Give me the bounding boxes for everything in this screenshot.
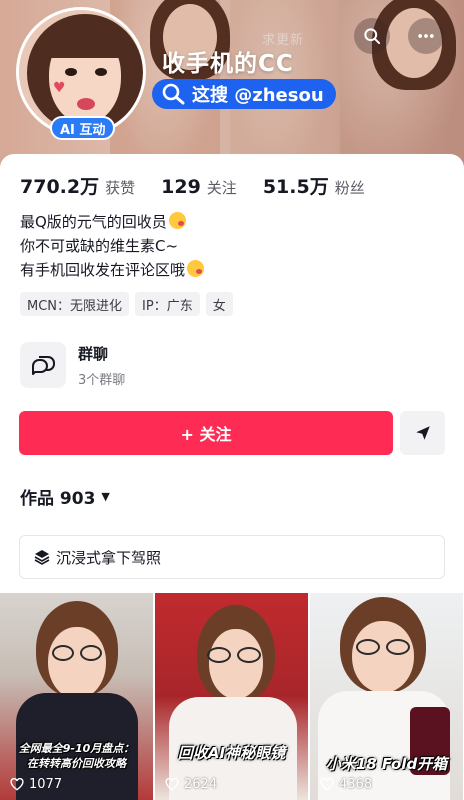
group-chat-icon xyxy=(20,342,66,388)
heart-sticker-icon: ♥ xyxy=(53,80,66,96)
kiss-emoji-icon xyxy=(187,260,205,277)
video-likes: 1077 xyxy=(10,777,62,792)
video-caption: 在转转高价回收攻略 xyxy=(27,757,126,770)
search-button[interactable] xyxy=(354,18,390,54)
kiss-emoji-icon xyxy=(168,212,186,229)
bio-line: 有手机回收发在评论区哦 xyxy=(20,258,205,282)
group-chat-title: 群聊 xyxy=(78,344,109,363)
caret-down-icon: ▼ xyxy=(101,490,110,503)
more-button[interactable] xyxy=(408,18,444,54)
stat-likes[interactable]: 770.2万 获赞 xyxy=(20,172,135,199)
follow-button[interactable]: + 关注 xyxy=(19,411,393,455)
search-tag-button[interactable]: 这搜 @zhesou xyxy=(152,79,336,109)
profile-nickname: 收手机的CC xyxy=(162,51,294,77)
bio-line: 最Q版的元气的回收员 xyxy=(20,210,204,234)
magnifier-icon xyxy=(160,82,186,106)
immersive-playlist[interactable]: 沉浸式拿下驾照 xyxy=(19,535,445,579)
search-tag-label: 这搜 @zhesou xyxy=(192,85,324,106)
video-thumbnail[interactable]: 全网最全9-10月盘点： 在转转高价回收攻略 1077 xyxy=(0,593,153,800)
video-grid: 全网最全9-10月盘点： 在转转高价回收攻略 1077 回收AI神秘眼镜 262… xyxy=(0,593,464,800)
group-chat-entry[interactable]: 群聊 3个群聊 xyxy=(20,340,280,390)
more-dots-icon xyxy=(418,34,434,38)
video-caption: 全网最全9-10月盘点： xyxy=(18,742,135,755)
video-likes: 4368 xyxy=(320,777,372,792)
stat-label: 粉丝 xyxy=(334,179,365,197)
group-chat-count: 3个群聊 xyxy=(78,372,126,388)
stat-label: 关注 xyxy=(206,179,237,197)
heart-outline-icon xyxy=(10,778,24,791)
stat-value: 770.2万 xyxy=(20,176,100,198)
send-message-button[interactable] xyxy=(400,411,445,455)
tag-gender: 女 xyxy=(205,292,233,316)
profile-tags: MCN：无限进化 IP：广东 女 xyxy=(20,292,233,316)
profile-stats: 770.2万 获赞 129 关注 51.5万 粉丝 xyxy=(20,172,391,199)
video-caption: 小米18 Fold开箱 xyxy=(325,755,448,773)
ai-interaction-badge[interactable]: AI 互动 xyxy=(50,116,116,140)
immersive-label: 沉浸式拿下驾照 xyxy=(56,548,162,567)
search-icon xyxy=(364,28,381,45)
stat-following[interactable]: 129 关注 xyxy=(161,176,237,198)
stat-followers[interactable]: 51.5万 粉丝 xyxy=(263,172,365,199)
video-thumbnail[interactable]: 小米18 Fold开箱 4368 xyxy=(310,593,463,800)
stat-value: 51.5万 xyxy=(262,176,329,198)
works-label: 作品 903 xyxy=(20,489,96,509)
send-icon xyxy=(415,426,430,440)
heart-outline-icon xyxy=(320,778,334,791)
stat-value: 129 xyxy=(161,176,201,198)
stat-label: 获赞 xyxy=(105,179,136,197)
tag-ip: IP：广东 xyxy=(135,292,200,316)
video-thumbnail[interactable]: 回收AI神秘眼镜 2624 xyxy=(155,593,308,800)
video-likes: 2624 xyxy=(165,777,217,792)
works-tab[interactable]: 作品 903 ▼ xyxy=(20,484,110,509)
profile-bio: 最Q版的元气的回收员 你不可或缺的维生素C~ 有手机回收发在评论区哦 xyxy=(20,210,205,282)
layers-icon xyxy=(34,550,50,565)
video-caption: 回收AI神秘眼镜 xyxy=(177,744,286,762)
tag-mcn[interactable]: MCN：无限进化 xyxy=(20,292,130,316)
heart-outline-icon xyxy=(165,778,179,791)
bio-line: 你不可或缺的维生素C~ xyxy=(20,237,179,255)
